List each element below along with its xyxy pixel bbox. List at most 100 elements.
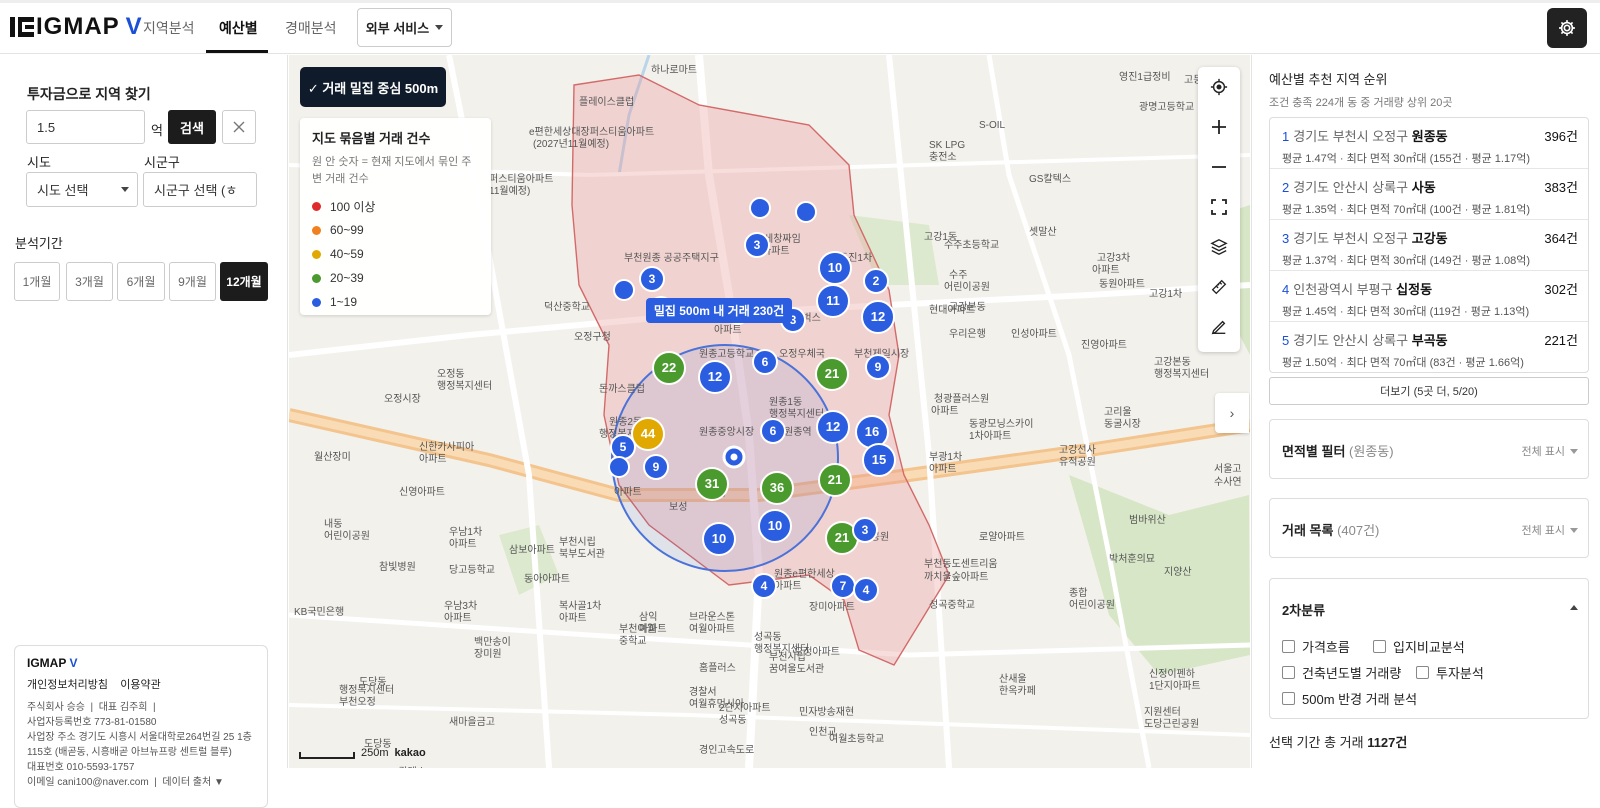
terms-link[interactable]: 이용약관	[120, 679, 160, 691]
legend-title: 지도 묶음별 거래 건수	[312, 131, 431, 146]
tab-auction-analysis[interactable]: 경매분석	[285, 18, 337, 38]
deal-list-section[interactable]: 거래 목록 (407건) 전체 표시	[1269, 498, 1589, 558]
map-cluster-marker[interactable]: 7	[830, 573, 856, 599]
show-more-button[interactable]: 더보기 (5곳 더, 5/20)	[1269, 377, 1589, 405]
sigungu-select[interactable]: 시군구 선택 (ㅎ	[143, 172, 257, 207]
cluster-count: 6	[770, 424, 777, 438]
ranking-item[interactable]: 4 인천광역시 부평구 십정동 302건 평균 1.45억 · 최다 면적 30㎡대…	[1270, 271, 1588, 322]
map-cluster-marker[interactable]: 2	[863, 268, 889, 294]
zoom-in-button[interactable]	[1198, 107, 1240, 147]
cluster-count: 12	[708, 369, 722, 384]
cluster-circle[interactable]	[795, 201, 817, 223]
map-cluster-marker[interactable]: 11	[816, 284, 850, 318]
sido-label: 시도	[27, 155, 51, 170]
map-cluster-marker[interactable]: 6	[760, 418, 786, 444]
area-filter-section[interactable]: 면적별 필터 (원종동) 전체 표시	[1269, 419, 1589, 479]
zoom-out-button[interactable]	[1198, 147, 1240, 187]
ranking-region: 2 경기도 안산시 상록구 사동	[1282, 177, 1436, 196]
map-cluster-marker[interactable]: 12	[816, 410, 850, 444]
clear-button[interactable]	[222, 110, 256, 144]
map-cluster-marker[interactable]	[608, 456, 630, 478]
map-cluster-marker[interactable]: 10	[758, 509, 792, 543]
map-cluster-marker[interactable]: 6	[752, 349, 778, 375]
map-view[interactable]: 하나로마트 플레이스클럽 e편한세상대장퍼스티움아파트 (2027년11월예정) 퍼스티…	[289, 55, 1250, 768]
ranking-item[interactable]: 2 경기도 안산시 상록구 사동 383건 평균 1.35억 · 최다 면적 70㎡…	[1270, 169, 1588, 220]
data-source-toggle[interactable]: 데이터 출처	[162, 777, 211, 788]
privacy-policy-link[interactable]: 개인정보처리방침	[27, 679, 108, 691]
map-cluster-marker[interactable]: 31	[695, 467, 729, 501]
checkbox-box[interactable]	[1282, 666, 1295, 679]
checkbox-box[interactable]	[1373, 640, 1386, 653]
map-cluster-marker[interactable]: 9	[865, 354, 891, 380]
secondary-collapse-toggle[interactable]	[1570, 605, 1578, 610]
app-logo[interactable]: IGMAP V	[10, 13, 143, 40]
map-cluster-marker[interactable]: 9	[643, 454, 669, 480]
map-cluster-marker[interactable]: 15	[862, 443, 896, 477]
checkbox-investment-analysis[interactable]: 투자분석	[1416, 663, 1484, 682]
period-3m-button[interactable]: 3개월	[66, 262, 113, 301]
map-cluster-marker[interactable]	[749, 197, 771, 219]
dong-name: 십정동	[1396, 282, 1433, 297]
tab-regional-analysis[interactable]: 지역분석	[143, 18, 195, 38]
checkbox-box[interactable]	[1282, 692, 1295, 705]
map-cluster-marker[interactable]: 3	[639, 266, 665, 292]
dense-center-toggle[interactable]: ✓ 거래 밀집 중심 500m	[300, 67, 446, 107]
map-cluster-marker[interactable]: 5	[610, 434, 636, 460]
map-cluster-marker[interactable]	[613, 279, 635, 301]
period-12m-button[interactable]: 12개월	[220, 262, 268, 301]
checkbox-price-trend[interactable]: 가격흐름	[1282, 637, 1350, 656]
dong-name: 부곡동	[1411, 333, 1448, 348]
deal-list-toggle[interactable]: 전체 표시	[1521, 522, 1578, 538]
checkbox-location-compare[interactable]: 입지비교분석	[1373, 637, 1465, 656]
map-cluster-marker[interactable]: 44	[631, 417, 665, 451]
region-name: 경기도 안산시 상록구	[1293, 333, 1409, 348]
draw-area-button[interactable]	[1198, 307, 1240, 347]
budget-amount-input[interactable]: 1.5	[26, 110, 145, 144]
sido-select[interactable]: 시도 선택	[26, 172, 138, 207]
map-cluster-marker[interactable]: 3	[744, 232, 770, 258]
settings-button[interactable]	[1547, 8, 1587, 48]
cluster-circle[interactable]	[608, 456, 630, 478]
search-button[interactable]: 검색	[168, 110, 216, 144]
cluster-circle[interactable]	[749, 197, 771, 219]
map-place-label: 덕산중학교	[544, 301, 590, 313]
measure-distance-button[interactable]	[1198, 267, 1240, 307]
map-cluster-marker[interactable]: 10	[818, 251, 852, 285]
checkbox-build-year-volume[interactable]: 건축년도별 거래량	[1282, 663, 1401, 682]
map-cluster-marker[interactable]: 4	[751, 573, 777, 599]
checkbox-box[interactable]	[1282, 640, 1295, 653]
my-location-button[interactable]	[1198, 67, 1240, 107]
tab-budget[interactable]: 예산별	[219, 18, 258, 38]
map-cluster-marker[interactable]: 3	[852, 517, 878, 543]
period-1m-button[interactable]: 1개월	[14, 262, 60, 301]
map-cluster-marker[interactable]: 22	[652, 351, 686, 385]
area-filter-header: 면적별 필터 (원종동)	[1282, 441, 1394, 460]
map-place-label: 충전소	[929, 151, 957, 163]
map-cluster-marker[interactable]: 36	[760, 471, 794, 505]
ranking-item[interactable]: 5 경기도 안산시 상록구 부곡동 221건 평균 1.50억 · 최다 면적 70…	[1270, 322, 1588, 373]
total-deals-label: 선택 기간 총 거래	[1269, 735, 1364, 750]
map-cluster-marker[interactable]: 21	[818, 463, 852, 497]
logo-text: IGMAP	[36, 13, 120, 40]
map-cluster-marker[interactable]: 4	[853, 577, 879, 603]
map-cluster-marker[interactable]: 16	[855, 415, 889, 449]
checkbox-500m-radius[interactable]: 500m 반경 거래 분석	[1282, 689, 1417, 708]
map-cluster-marker[interactable]	[795, 201, 817, 223]
fullscreen-button[interactable]	[1198, 187, 1240, 227]
map-cluster-marker[interactable]: 21	[815, 357, 849, 391]
layers-button[interactable]	[1198, 227, 1240, 267]
collapse-panel-button[interactable]: ›	[1215, 393, 1249, 433]
map-cluster-marker[interactable]: 12	[861, 300, 895, 334]
map-place-label: 지원센터	[1144, 706, 1181, 718]
period-6m-button[interactable]: 6개월	[117, 262, 165, 301]
ranking-item[interactable]: 1 경기도 부천시 오정구 원종동 396건 평균 1.47억 · 최다 면적 30…	[1270, 118, 1588, 169]
external-services-dropdown[interactable]: 외부 서비스	[357, 8, 452, 47]
period-9m-button[interactable]: 9개월	[169, 262, 216, 301]
cluster-circle[interactable]	[613, 279, 635, 301]
checkbox-box[interactable]	[1416, 666, 1429, 679]
ranking-item[interactable]: 3 경기도 부천시 오정구 고강동 364건 평균 1.37억 · 최다 면적 30…	[1270, 220, 1588, 271]
map-place-label: 수사연	[1214, 476, 1242, 488]
map-cluster-marker[interactable]: 12	[698, 360, 732, 394]
area-filter-toggle[interactable]: 전체 표시	[1521, 443, 1578, 459]
map-cluster-marker[interactable]: 10	[702, 522, 736, 556]
